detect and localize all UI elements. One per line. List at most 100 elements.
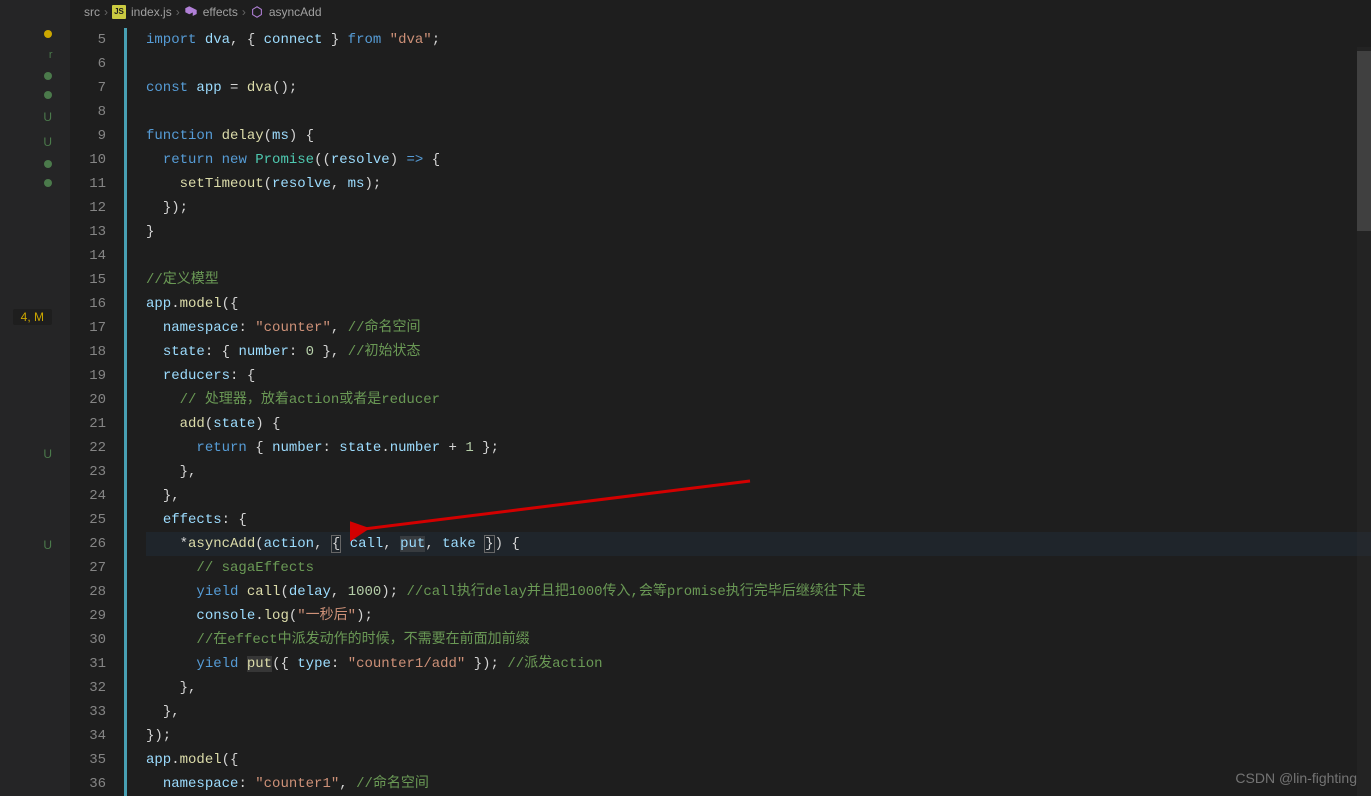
line-change-bar	[124, 556, 127, 580]
code-line[interactable]: }	[146, 220, 1371, 244]
dot-indicator	[44, 160, 52, 168]
code-line[interactable]: state: { number: 0 }, //初始状态	[146, 340, 1371, 364]
code-line[interactable]: //定义模型	[146, 268, 1371, 292]
line-number: 31	[70, 652, 106, 676]
line-number: 32	[70, 676, 106, 700]
line-number: 24	[70, 484, 106, 508]
line-number: 14	[70, 244, 106, 268]
line-number: 34	[70, 724, 106, 748]
code-line[interactable]: effects: {	[146, 508, 1371, 532]
status-letter: r	[49, 49, 52, 61]
code-area[interactable]: import dva, { connect } from "dva"; const…	[130, 23, 1371, 796]
code-line[interactable]: app.model({	[146, 748, 1371, 772]
breadcrumb-item[interactable]: asyncAdd	[269, 5, 322, 19]
code-line[interactable]: },	[146, 700, 1371, 724]
code-line[interactable]: // sagaEffects	[146, 556, 1371, 580]
code-line[interactable]	[146, 244, 1371, 268]
status-letter: U	[43, 110, 52, 124]
line-number: 19	[70, 364, 106, 388]
line-change-bar	[124, 364, 127, 388]
code-line[interactable]: add(state) {	[146, 412, 1371, 436]
line-number: 13	[70, 220, 106, 244]
line-number: 36	[70, 772, 106, 796]
code-line[interactable]	[146, 100, 1371, 124]
line-number: 27	[70, 556, 106, 580]
line-change-bar	[124, 580, 127, 604]
dot-indicator	[44, 91, 52, 99]
js-file-icon: JS	[112, 5, 126, 19]
code-line[interactable]: namespace: "counter", //命名空间	[146, 316, 1371, 340]
line-change-bar	[124, 748, 127, 772]
line-change-bar	[124, 172, 127, 196]
code-line[interactable]: import dva, { connect } from "dva";	[146, 28, 1371, 52]
line-number: 29	[70, 604, 106, 628]
line-number: 15	[70, 268, 106, 292]
line-number: 26	[70, 532, 106, 556]
breadcrumb-item[interactable]: effects	[203, 5, 238, 19]
code-line[interactable]: return { number: state.number + 1 };	[146, 436, 1371, 460]
code-line[interactable]: yield put({ type: "counter1/add" }); //派…	[146, 652, 1371, 676]
editor-root: r U U 4, M U U src › JS index.js › effec…	[0, 0, 1371, 796]
code-line[interactable]: const app = dva();	[146, 76, 1371, 100]
code-editor[interactable]: 5678910111213141516171819202122232425262…	[70, 23, 1371, 796]
breadcrumb-item[interactable]: index.js	[131, 5, 172, 19]
line-number: 9	[70, 124, 106, 148]
line-change-bar	[124, 52, 127, 76]
code-line[interactable]: namespace: "counter1", //命名空间	[146, 772, 1371, 796]
code-line[interactable]: console.log("一秒后");	[146, 604, 1371, 628]
code-line[interactable]: },	[146, 484, 1371, 508]
line-change-bar	[124, 316, 127, 340]
code-line[interactable]	[146, 52, 1371, 76]
vertical-scrollbar[interactable]	[1357, 47, 1371, 796]
line-number: 10	[70, 148, 106, 172]
line-change-bar	[124, 628, 127, 652]
code-line[interactable]: //在effect中派发动作的时候，不需要在前面加前缀	[146, 628, 1371, 652]
line-change-bar	[124, 340, 127, 364]
code-line[interactable]: app.model({	[146, 292, 1371, 316]
line-change-bar	[124, 388, 127, 412]
code-line[interactable]: reducers: {	[146, 364, 1371, 388]
code-line[interactable]: setTimeout(resolve, ms);	[146, 172, 1371, 196]
method-icon	[250, 5, 264, 19]
code-line[interactable]: function delay(ms) {	[146, 124, 1371, 148]
line-number: 30	[70, 628, 106, 652]
line-change-bar	[124, 28, 127, 52]
scrollbar-thumb[interactable]	[1357, 51, 1371, 231]
line-change-bar	[124, 220, 127, 244]
breadcrumb-item[interactable]: src	[84, 5, 100, 19]
dot-indicator	[44, 72, 52, 80]
line-change-bar	[124, 412, 127, 436]
code-line[interactable]: yield call(delay, 1000); //call执行delay并且…	[146, 580, 1371, 604]
line-change-bar	[124, 196, 127, 220]
code-line[interactable]: },	[146, 460, 1371, 484]
method-icon	[184, 5, 198, 19]
line-change-bar	[124, 268, 127, 292]
line-number: 5	[70, 28, 106, 52]
breadcrumb[interactable]: src › JS index.js › effects › asyncAdd	[70, 0, 1371, 23]
line-number: 7	[70, 76, 106, 100]
line-number: 11	[70, 172, 106, 196]
line-change-bar	[124, 700, 127, 724]
line-number: 35	[70, 748, 106, 772]
line-number: 18	[70, 340, 106, 364]
chevron-right-icon: ›	[242, 5, 246, 19]
line-number: 21	[70, 412, 106, 436]
code-line[interactable]: *asyncAdd(action, { call, put, take }) {	[146, 532, 1371, 556]
code-line[interactable]: },	[146, 676, 1371, 700]
line-number: 8	[70, 100, 106, 124]
line-number: 33	[70, 700, 106, 724]
code-line[interactable]: return new Promise((resolve) => {	[146, 148, 1371, 172]
code-line[interactable]: });	[146, 196, 1371, 220]
line-change-bar	[124, 76, 127, 100]
line-change-bar	[124, 244, 127, 268]
line-change-bar	[124, 148, 127, 172]
code-line[interactable]: // 处理器，放着action或者是reducer	[146, 388, 1371, 412]
line-change-bar	[124, 532, 127, 556]
line-number: 25	[70, 508, 106, 532]
watermark: CSDN @lin-fighting	[1235, 770, 1357, 786]
line-change-bar	[124, 604, 127, 628]
code-line[interactable]: });	[146, 724, 1371, 748]
scm-gutter: r U U 4, M U U	[0, 0, 70, 796]
line-number: 17	[70, 316, 106, 340]
main-pane: src › JS index.js › effects › asyncAdd 5…	[70, 0, 1371, 796]
